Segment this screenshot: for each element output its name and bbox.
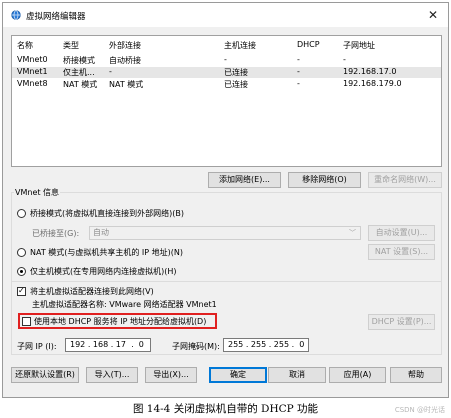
- cell-dhcp: -: [297, 67, 300, 76]
- host-only-mode-radio[interactable]: [17, 267, 26, 276]
- table-row[interactable]: VMnet8 NAT 模式 NAT 模式 已连接 - 192.168.179.0: [12, 79, 441, 90]
- ok-button[interactable]: 确定: [209, 367, 267, 383]
- auto-settings-button[interactable]: 自动设置(U)...: [368, 225, 435, 241]
- cell-dhcp: -: [297, 79, 300, 88]
- cell-host: -: [224, 55, 227, 64]
- cell-name: VMnet1: [17, 67, 48, 76]
- chevron-down-icon: ﹀: [349, 229, 356, 237]
- cell-type: 桥接模式: [63, 56, 95, 65]
- virtual-network-editor-dialog: 虚拟网络编辑器 ✕ 名称 类型 外部连接 主机连接 DHCP 子网地址 VMne…: [2, 2, 449, 398]
- network-globe-icon: [11, 10, 21, 20]
- vmnet-info-legend: VMnet 信息: [14, 187, 61, 198]
- list-header: 名称 类型 外部连接 主机连接 DHCP 子网地址: [12, 40, 441, 51]
- title-bar: 虚拟网络编辑器 ✕: [3, 3, 448, 27]
- watermark: CSDN @时光话: [394, 406, 445, 414]
- cell-name: VMnet8: [17, 79, 48, 88]
- cell-subnet: -: [343, 55, 346, 64]
- window-title: 虚拟网络编辑器: [26, 12, 86, 22]
- cell-dhcp: -: [297, 55, 300, 64]
- connect-host-adapter-label[interactable]: 将主机虚拟适配器连接到此网络(V): [30, 286, 154, 297]
- apply-button[interactable]: 应用(A): [329, 367, 386, 383]
- adapter-name-text: 主机虚拟适配器名称: VMware 网络适配器 VMnet1: [32, 300, 217, 309]
- column-header-host[interactable]: 主机连接: [224, 40, 256, 51]
- column-header-external[interactable]: 外部连接: [109, 40, 141, 51]
- remove-network-button[interactable]: 移除网络(O): [288, 172, 361, 188]
- help-button[interactable]: 帮助: [390, 367, 442, 383]
- bridged-to-select[interactable]: 自动 ﹀: [89, 226, 361, 240]
- column-header-subnet[interactable]: 子网地址: [343, 40, 375, 51]
- rename-network-button[interactable]: 重命名网络(W)...: [368, 172, 442, 188]
- import-button[interactable]: 导入(T)...: [86, 367, 138, 383]
- subnet-mask-label: 子网掩码(M):: [172, 342, 220, 351]
- figure-caption: 图 14-4 关闭虚拟机自带的 DHCP 功能: [132, 403, 319, 415]
- cell-name: VMnet0: [17, 55, 48, 64]
- connect-host-adapter-checkbox[interactable]: [17, 286, 26, 296]
- subnet-ip-label: 子网 IP (I):: [17, 342, 57, 351]
- table-row[interactable]: VMnet0 桥接模式 自动桥接 - - -: [12, 55, 441, 66]
- add-network-button[interactable]: 添加网络(E)...: [208, 172, 281, 188]
- nat-mode-radio[interactable]: [17, 248, 26, 257]
- subnet-mask-input[interactable]: 255 . 255 . 255 . 0: [223, 338, 309, 352]
- bridged-to-value: 自动: [93, 228, 109, 237]
- cell-host: 已连接: [224, 80, 248, 89]
- column-header-dhcp[interactable]: DHCP: [297, 40, 320, 49]
- use-dhcp-checkbox[interactable]: [22, 317, 31, 326]
- cell-subnet: 192.168.17.0: [343, 67, 397, 76]
- cell-host: 已连接: [224, 68, 248, 77]
- bridged-mode-radio[interactable]: [17, 209, 26, 218]
- column-header-name[interactable]: 名称: [17, 40, 33, 51]
- cell-external: NAT 模式: [109, 80, 144, 89]
- restore-defaults-button[interactable]: 还原默认设置(R): [11, 367, 79, 383]
- subnet-ip-input[interactable]: 192 . 168 . 17 . 0: [65, 338, 151, 352]
- cell-external: 自动桥接: [109, 56, 141, 65]
- nat-mode-label[interactable]: NAT 模式(与虚拟机共享主机的 IP 地址)(N): [30, 247, 183, 258]
- cell-external: -: [109, 67, 112, 76]
- cell-type: 仅主机...: [63, 68, 95, 77]
- host-only-mode-label[interactable]: 仅主机模式(在专用网络内连接虚拟机)(H): [30, 266, 177, 277]
- table-row-selected[interactable]: VMnet1 仅主机... - 已连接 - 192.168.17.0: [12, 67, 441, 78]
- network-list[interactable]: 名称 类型 外部连接 主机连接 DHCP 子网地址 VMnet0 桥接模式 自动…: [11, 35, 442, 167]
- use-dhcp-label[interactable]: 使用本地 DHCP 服务将 IP 地址分配给虚拟机(D): [34, 316, 206, 327]
- cancel-button[interactable]: 取消: [268, 367, 326, 383]
- column-header-type[interactable]: 类型: [63, 40, 79, 51]
- export-button[interactable]: 导出(X)...: [145, 367, 197, 383]
- close-button[interactable]: ✕: [421, 6, 445, 24]
- bridged-mode-label[interactable]: 桥接模式(将虚拟机直接连接到外部网络)(B): [30, 208, 184, 219]
- divider: [11, 281, 442, 282]
- dhcp-settings-button[interactable]: DHCP 设置(P)...: [368, 314, 435, 330]
- nat-settings-button[interactable]: NAT 设置(S)...: [368, 244, 435, 260]
- bridged-to-label: 已桥接至(G):: [32, 229, 80, 238]
- cell-type: NAT 模式: [63, 80, 98, 89]
- cell-subnet: 192.168.179.0: [343, 79, 402, 88]
